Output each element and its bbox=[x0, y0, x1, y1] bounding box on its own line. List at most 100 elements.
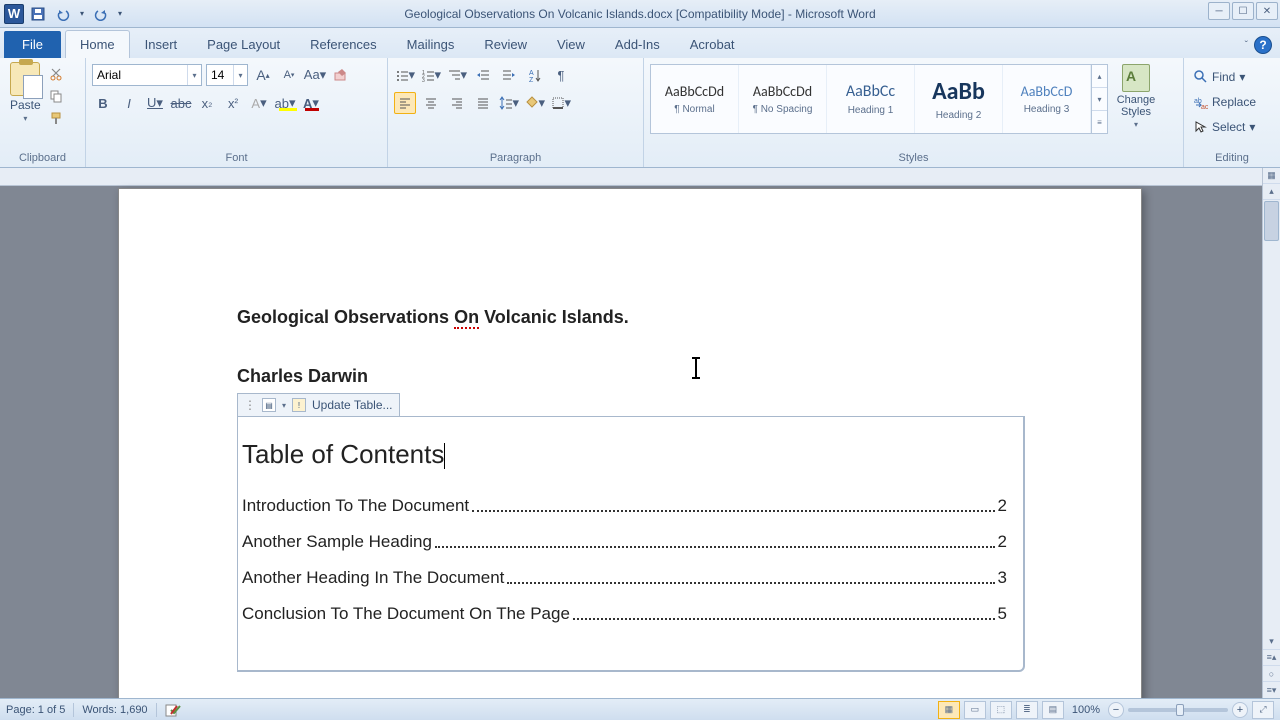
vertical-scrollbar[interactable]: ▦ ▴ ▾ ≡▴ ○ ≡▾ bbox=[1262, 168, 1280, 698]
zoom-out-button[interactable]: − bbox=[1108, 702, 1124, 718]
tab-addins[interactable]: Add-Ins bbox=[600, 30, 675, 58]
sort-button[interactable]: AZ bbox=[524, 64, 546, 86]
shrink-font-button[interactable]: A▾ bbox=[278, 64, 300, 86]
prev-page-button[interactable]: ≡▴ bbox=[1263, 650, 1280, 666]
tab-insert[interactable]: Insert bbox=[130, 30, 193, 58]
style-heading-2[interactable]: AaBbHeading 2 bbox=[915, 65, 1003, 133]
justify-button[interactable] bbox=[472, 92, 494, 114]
multilevel-list-button[interactable]: ▾ bbox=[446, 64, 468, 86]
grow-font-button[interactable]: A▴ bbox=[252, 64, 274, 86]
update-table-button[interactable]: Update Table... bbox=[312, 398, 393, 412]
borders-button[interactable]: ▾ bbox=[550, 92, 572, 114]
qat-customize[interactable]: ▾ bbox=[115, 3, 125, 25]
toc-handle-icon[interactable]: ⋮ bbox=[244, 398, 256, 412]
doc-title[interactable]: Geological Observations On Volcanic Isla… bbox=[237, 307, 1023, 328]
underline-button[interactable]: U▾ bbox=[144, 92, 166, 114]
undo-dropdown[interactable]: ▾ bbox=[77, 3, 87, 25]
zoom-fit-button[interactable]: ⤢ bbox=[1252, 701, 1274, 719]
status-page[interactable]: Page: 1 of 5 bbox=[6, 704, 65, 716]
zoom-thumb[interactable] bbox=[1176, 704, 1184, 716]
tab-page-layout[interactable]: Page Layout bbox=[192, 30, 295, 58]
tab-view[interactable]: View bbox=[542, 30, 600, 58]
help-icon[interactable]: ? bbox=[1254, 36, 1272, 54]
align-right-button[interactable] bbox=[446, 92, 468, 114]
increase-indent-button[interactable] bbox=[498, 64, 520, 86]
draft-view[interactable]: ▤ bbox=[1042, 701, 1064, 719]
redo-button[interactable] bbox=[90, 3, 112, 25]
paste-icon[interactable] bbox=[10, 62, 40, 96]
style-heading-3[interactable]: AaBbCcDHeading 3 bbox=[1003, 65, 1091, 133]
proofing-icon[interactable] bbox=[165, 702, 181, 718]
superscript-button[interactable]: x² bbox=[222, 92, 244, 114]
align-left-button[interactable] bbox=[394, 92, 416, 114]
gallery-up[interactable]: ▴ bbox=[1092, 65, 1107, 88]
change-styles-button[interactable]: Change Styles ▾ bbox=[1108, 60, 1164, 133]
font-name-combo[interactable]: Arial▾ bbox=[92, 64, 202, 86]
strikethrough-button[interactable]: abc bbox=[170, 92, 192, 114]
tab-mailings[interactable]: Mailings bbox=[392, 30, 470, 58]
scroll-up-button[interactable]: ▴ bbox=[1263, 184, 1280, 200]
toc-entry[interactable]: Another Sample Heading2 bbox=[242, 532, 1007, 552]
style-normal[interactable]: AaBbCcDd¶ Normal bbox=[651, 65, 739, 133]
style-heading-1[interactable]: AaBbCcHeading 1 bbox=[827, 65, 915, 133]
zoom-level[interactable]: 100% bbox=[1072, 704, 1100, 716]
ruler-toggle[interactable]: ▦ bbox=[1263, 168, 1280, 184]
align-center-button[interactable] bbox=[420, 92, 442, 114]
subscript-button[interactable]: x₂ bbox=[196, 92, 218, 114]
tab-references[interactable]: References bbox=[295, 30, 391, 58]
doc-author[interactable]: Charles Darwin bbox=[237, 366, 1023, 387]
toc-entry[interactable]: Introduction To The Document2 bbox=[242, 496, 1007, 516]
toc-heading[interactable]: Table of Contents bbox=[242, 439, 1007, 470]
font-color-button[interactable]: A▾ bbox=[300, 92, 322, 114]
gallery-down[interactable]: ▾ bbox=[1092, 88, 1107, 111]
show-marks-button[interactable]: ¶ bbox=[550, 64, 572, 86]
bold-button[interactable]: B bbox=[92, 92, 114, 114]
outline-view[interactable]: ≣ bbox=[1016, 701, 1038, 719]
tab-home[interactable]: Home bbox=[65, 30, 130, 58]
gallery-more[interactable]: ≡ bbox=[1092, 111, 1107, 133]
fullscreen-reading-view[interactable]: ▭ bbox=[964, 701, 986, 719]
save-button[interactable] bbox=[27, 3, 49, 25]
clear-formatting-button[interactable] bbox=[330, 64, 352, 86]
print-layout-view[interactable]: ▦ bbox=[938, 701, 960, 719]
scroll-thumb[interactable] bbox=[1264, 201, 1279, 241]
find-button[interactable]: Find ▾ bbox=[1190, 66, 1260, 88]
numbering-button[interactable]: 123▾ bbox=[420, 64, 442, 86]
status-words[interactable]: Words: 1,690 bbox=[82, 704, 147, 716]
change-case-button[interactable]: Aa▾ bbox=[304, 64, 326, 86]
copy-button[interactable] bbox=[45, 86, 67, 106]
horizontal-ruler[interactable] bbox=[0, 168, 1280, 186]
italic-button[interactable]: I bbox=[118, 92, 140, 114]
document-page[interactable]: Geological Observations On Volcanic Isla… bbox=[118, 188, 1142, 698]
zoom-in-button[interactable]: + bbox=[1232, 702, 1248, 718]
zoom-slider[interactable] bbox=[1128, 708, 1228, 712]
bullets-button[interactable]: ▾ bbox=[394, 64, 416, 86]
file-tab[interactable]: File bbox=[4, 31, 61, 58]
next-page-button[interactable]: ≡▾ bbox=[1263, 682, 1280, 698]
highlight-button[interactable]: ab▾ bbox=[274, 92, 296, 114]
text-effects-button[interactable]: A▾ bbox=[248, 92, 270, 114]
scroll-down-button[interactable]: ▾ bbox=[1263, 634, 1280, 650]
style-no-spacing[interactable]: AaBbCcDd¶ No Spacing bbox=[739, 65, 827, 133]
paste-button[interactable]: Paste bbox=[10, 98, 41, 112]
web-layout-view[interactable]: ⬚ bbox=[990, 701, 1012, 719]
cut-button[interactable] bbox=[45, 64, 67, 84]
toc-container[interactable]: Table of Contents Introduction To The Do… bbox=[237, 416, 1025, 672]
undo-button[interactable] bbox=[52, 3, 74, 25]
close-button[interactable]: ✕ bbox=[1256, 2, 1278, 20]
font-size-combo[interactable]: 14▾ bbox=[206, 64, 248, 86]
shading-button[interactable]: ▾ bbox=[524, 92, 546, 114]
line-spacing-button[interactable]: ▾ bbox=[498, 92, 520, 114]
toc-entry[interactable]: Conclusion To The Document On The Page5 bbox=[242, 604, 1007, 624]
format-painter-button[interactable] bbox=[45, 108, 67, 128]
toc-options-button[interactable]: ▤ bbox=[262, 398, 276, 412]
minimize-button[interactable]: ─ bbox=[1208, 2, 1230, 20]
maximize-button[interactable]: ☐ bbox=[1232, 2, 1254, 20]
browse-object-button[interactable]: ○ bbox=[1263, 666, 1280, 682]
tab-review[interactable]: Review bbox=[469, 30, 542, 58]
replace-button[interactable]: abacReplace bbox=[1190, 91, 1260, 113]
tab-acrobat[interactable]: Acrobat bbox=[675, 30, 750, 58]
select-button[interactable]: Select ▾ bbox=[1190, 116, 1260, 138]
minimize-ribbon-icon[interactable]: ˇ bbox=[1245, 40, 1248, 51]
decrease-indent-button[interactable] bbox=[472, 64, 494, 86]
